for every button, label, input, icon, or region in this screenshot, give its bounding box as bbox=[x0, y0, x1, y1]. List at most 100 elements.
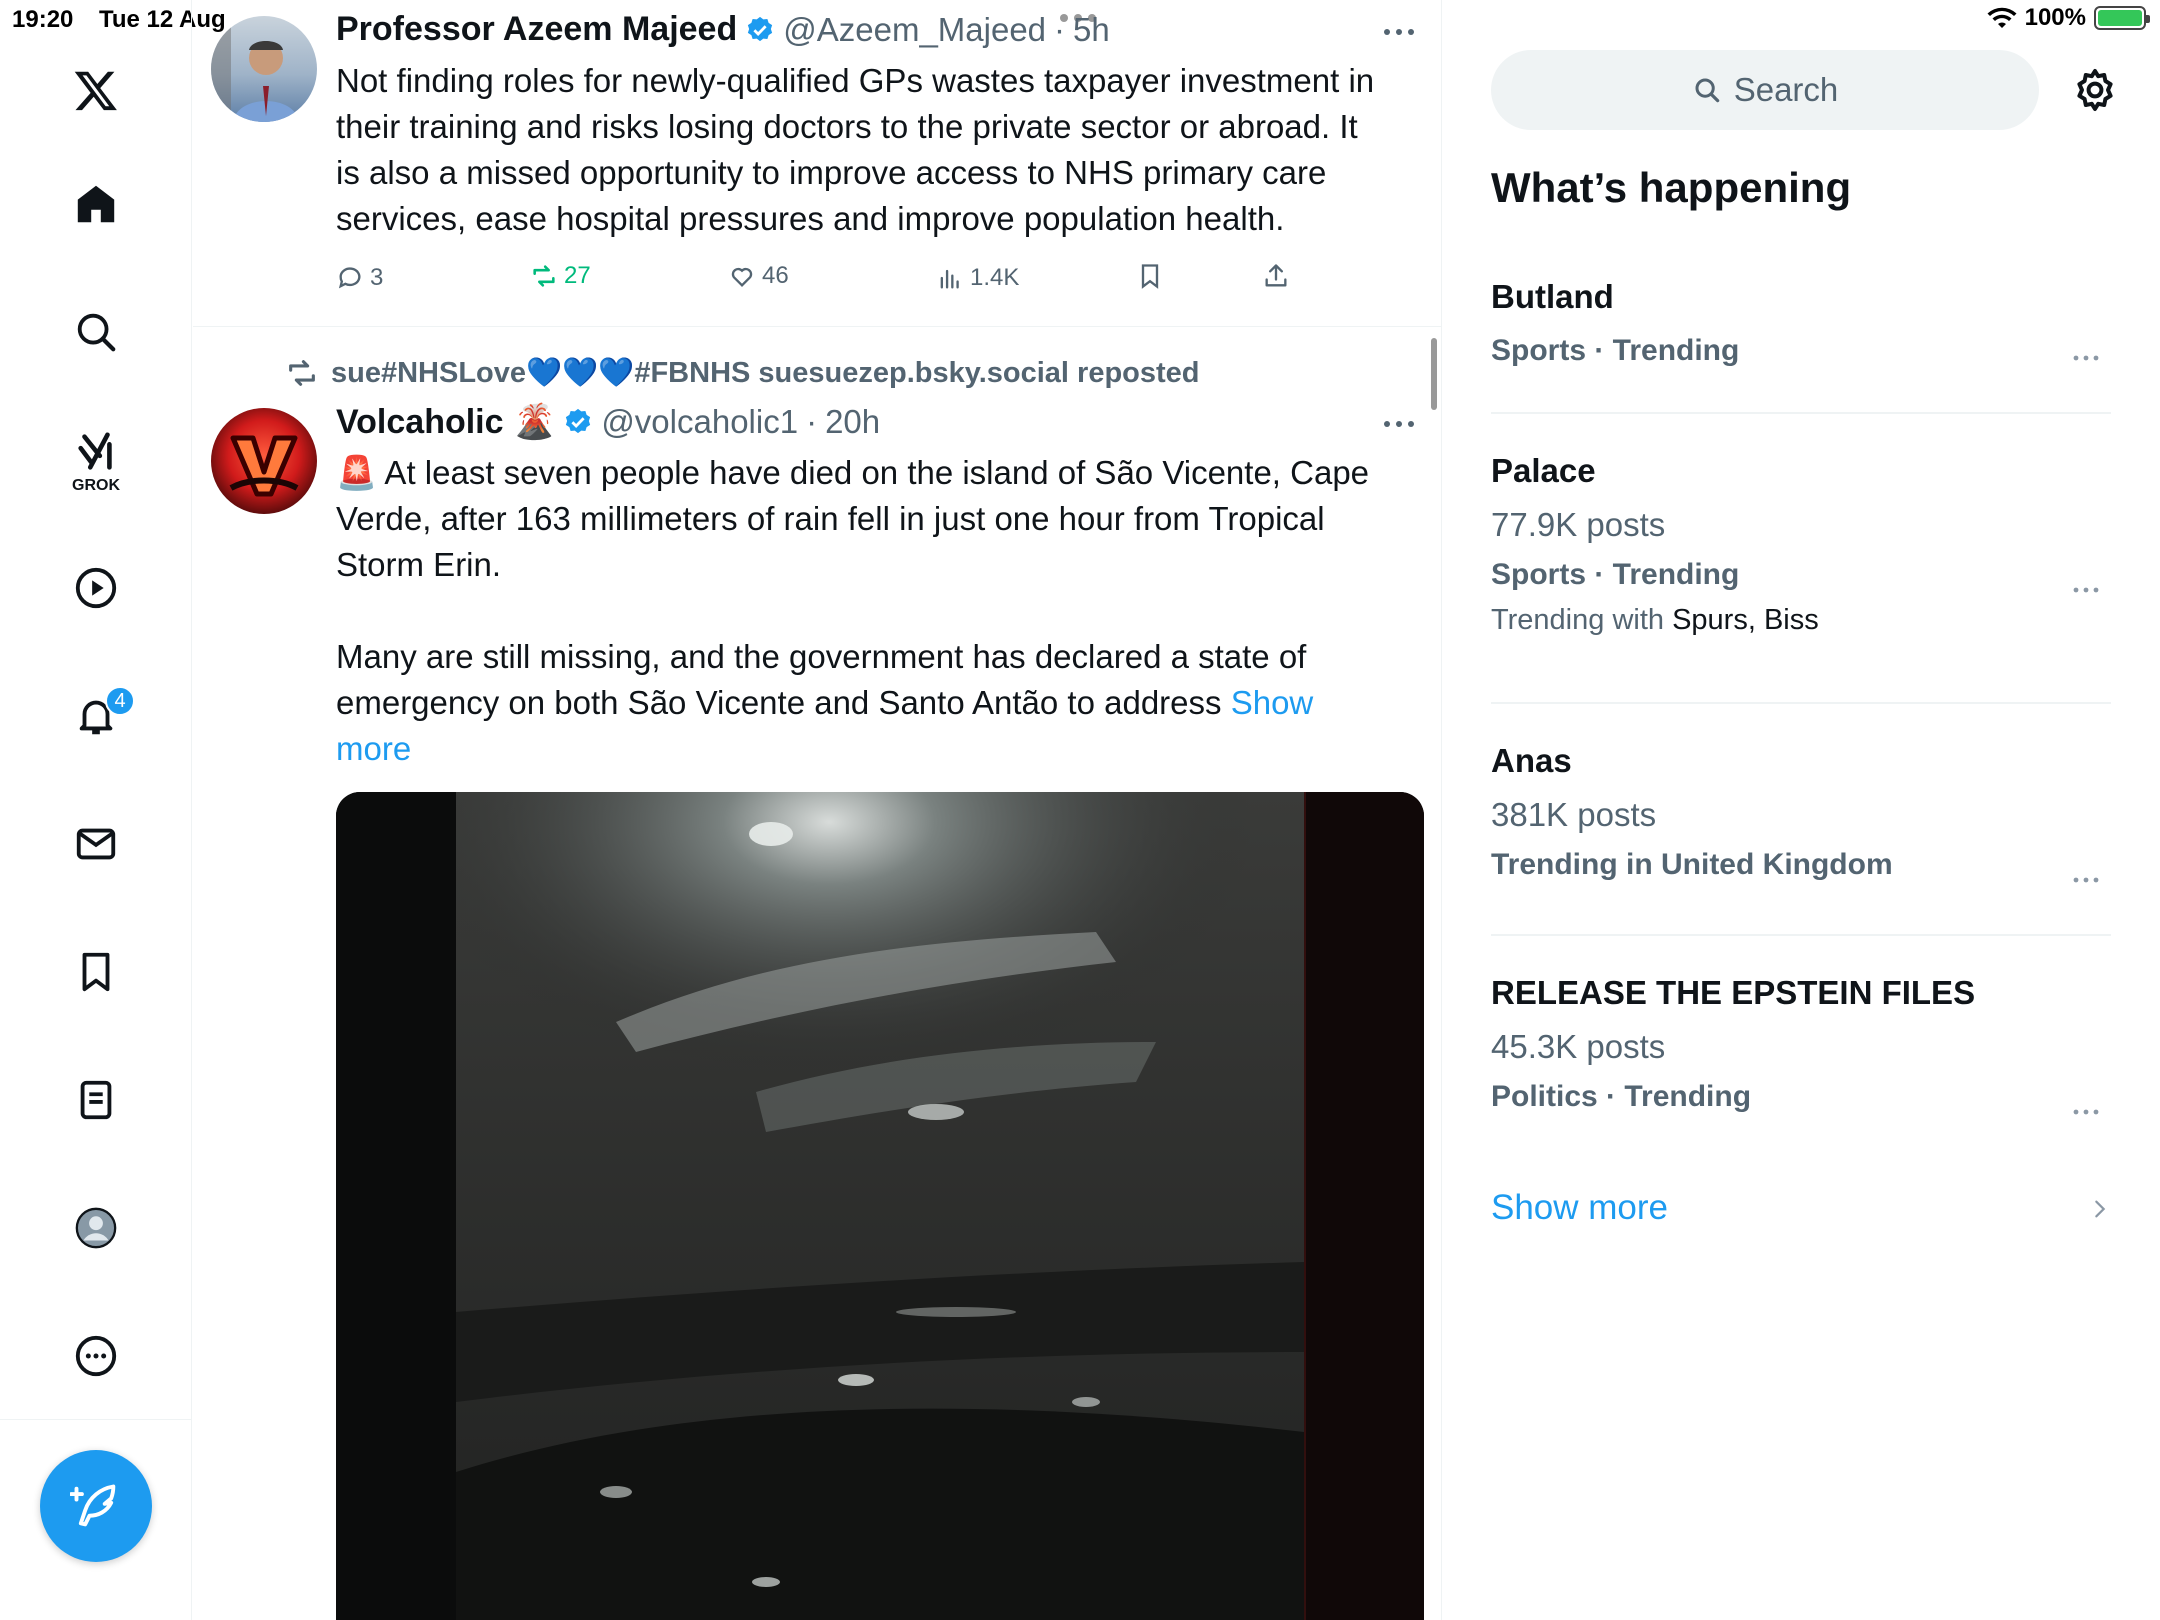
trend-post-count: 381K posts bbox=[1491, 796, 1657, 833]
trending-with-label: Trending with bbox=[1491, 604, 1673, 636]
left-nav: GROK 4 bbox=[0, 0, 192, 1620]
bookmark-icon bbox=[1141, 264, 1159, 289]
post-header: Volcaholic 🌋 @volcaholic1 · 20h bbox=[336, 402, 880, 442]
post-more-icon[interactable] bbox=[1379, 414, 1419, 434]
messages-envelope-icon[interactable] bbox=[56, 804, 136, 884]
post-header: Professor Azeem Majeed @Azeem_Majeed · 5… bbox=[336, 10, 1110, 49]
lists-icon[interactable] bbox=[56, 1060, 136, 1140]
whats-happening-title: What’s happening bbox=[1491, 164, 1852, 211]
post-action-bar: 3 27 46 1.4K bbox=[336, 262, 1416, 302]
views-button[interactable]: 1.4K bbox=[936, 264, 1019, 292]
post-body-line: services, ease hospital pressures and im… bbox=[336, 200, 1285, 237]
post-separator: · bbox=[806, 403, 818, 440]
post-body-line: 🚨 At least seven people have died on the… bbox=[336, 454, 1370, 491]
compose-feather-icon bbox=[70, 1484, 116, 1527]
home-icon[interactable] bbox=[56, 164, 136, 244]
share-upload-icon bbox=[1265, 264, 1287, 287]
post-body-text: emergency on both São Vicente and Santo … bbox=[336, 684, 1231, 721]
post-body-line: their training and risks losing doctors … bbox=[336, 108, 1358, 145]
trend-more-icon[interactable] bbox=[2071, 1106, 2101, 1118]
post-body: Not finding roles for newly-qualified GP… bbox=[336, 58, 1396, 242]
trending-with: Trending with Spurs, Biss bbox=[1491, 604, 2111, 637]
post-timestamp[interactable]: 20h bbox=[825, 403, 880, 441]
repost-icon bbox=[533, 265, 555, 287]
post-body: 🚨 At least seven people have died on the… bbox=[336, 450, 1396, 772]
repost-button[interactable]: 27 bbox=[530, 262, 591, 290]
bookmark-button[interactable] bbox=[1136, 262, 1164, 290]
right-sidebar: Search What’s happening Butland Sports ·… bbox=[1443, 0, 2160, 1620]
trend-item[interactable]: RELEASE THE EPSTEIN FILES 45.3K posts Po… bbox=[1491, 974, 2111, 1115]
repost-count: 27 bbox=[564, 262, 591, 289]
trend-divider bbox=[1491, 934, 2111, 936]
trend-item[interactable]: Palace 77.9K posts Sports · Trending Tre… bbox=[1491, 452, 2111, 637]
trend-divider bbox=[1491, 412, 2111, 414]
more-options-icon[interactable] bbox=[56, 1316, 136, 1396]
trend-more-icon[interactable] bbox=[2071, 874, 2101, 886]
post-author-avatar[interactable] bbox=[211, 16, 317, 122]
trend-post-count: 45.3K posts bbox=[1491, 1028, 1666, 1065]
trend-more-icon[interactable] bbox=[2071, 352, 2101, 364]
post-author-avatar[interactable] bbox=[211, 408, 317, 514]
view-count: 1.4K bbox=[970, 264, 1020, 291]
x-logo-icon[interactable] bbox=[56, 50, 136, 130]
post-video[interactable] bbox=[336, 792, 1424, 1620]
reply-button[interactable]: 3 bbox=[336, 264, 383, 292]
grok-label: GROK bbox=[72, 477, 120, 494]
trend-post-count: 77.9K posts bbox=[1491, 506, 1666, 543]
timeline-feed[interactable]: Professor Azeem Majeed @Azeem_Majeed · 5… bbox=[193, 0, 1442, 1620]
show-more-trends-link[interactable]: Show more bbox=[1491, 1188, 1668, 1228]
trend-category: Trending in United Kingdom bbox=[1491, 848, 1893, 881]
heart-icon bbox=[731, 267, 753, 287]
repost-icon bbox=[289, 360, 315, 386]
views-chart-icon bbox=[940, 269, 959, 289]
trend-item[interactable]: Anas 381K posts Trending in United Kingd… bbox=[1491, 742, 2111, 883]
post-body-line: Many are still missing, and the governme… bbox=[336, 638, 1307, 675]
post-author-name[interactable]: Professor Azeem Majeed bbox=[336, 10, 737, 49]
show-more-link[interactable]: more bbox=[336, 726, 1396, 772]
trending-with-names: Spurs, Biss bbox=[1672, 604, 1819, 636]
share-button[interactable] bbox=[1262, 262, 1290, 290]
search-placeholder: Search bbox=[1733, 71, 1839, 108]
verified-badge-icon bbox=[566, 408, 591, 434]
post-timestamp[interactable]: 5h bbox=[1073, 11, 1110, 49]
post-author-handle[interactable]: @Azeem_Majeed bbox=[783, 11, 1046, 49]
compose-post-button[interactable] bbox=[40, 1450, 152, 1562]
post-author-handle[interactable]: @volcaholic1 bbox=[601, 403, 798, 441]
post-body-line: is also a missed opportunity to improve … bbox=[336, 154, 1327, 191]
notification-badge: 4 bbox=[105, 686, 135, 716]
show-more-link[interactable]: Show bbox=[1231, 684, 1314, 721]
search-icon bbox=[1695, 78, 1719, 103]
feed-scrollbar[interactable] bbox=[1431, 338, 1437, 410]
trend-title: Anas bbox=[1491, 742, 1572, 779]
post-more-icon[interactable] bbox=[1379, 22, 1419, 42]
trend-category: Politics · Trending bbox=[1491, 1080, 1752, 1113]
trend-title: Palace bbox=[1491, 452, 1596, 489]
trend-title: RELEASE THE EPSTEIN FILES bbox=[1491, 974, 1976, 1011]
reply-count: 3 bbox=[370, 264, 384, 291]
search-input[interactable]: Search bbox=[1491, 50, 2039, 130]
trend-title: Butland bbox=[1491, 278, 1614, 315]
post-body-line: Not finding roles for newly-qualified GP… bbox=[336, 62, 1375, 99]
nav-divider bbox=[0, 1419, 192, 1420]
explore-search-icon[interactable] bbox=[56, 292, 136, 372]
repost-context[interactable]: sue#NHSLove💙💙💙#FBNHS suesuezep.bsky.soci… bbox=[285, 356, 1200, 390]
post-author-name[interactable]: Volcaholic 🌋 bbox=[336, 402, 555, 442]
post-body-line: emergency on both São Vicente and Santo … bbox=[336, 680, 1396, 726]
bookmarks-icon[interactable] bbox=[56, 932, 136, 1012]
video-play-icon[interactable] bbox=[56, 548, 136, 628]
post-separator: · bbox=[1054, 10, 1066, 48]
profile-avatar-icon[interactable] bbox=[56, 1188, 136, 1268]
verified-badge-icon bbox=[748, 16, 773, 41]
like-count: 46 bbox=[762, 262, 789, 289]
trend-item[interactable]: Butland Sports · Trending bbox=[1491, 278, 2111, 368]
trend-divider bbox=[1491, 702, 2111, 704]
post-divider bbox=[193, 326, 1441, 327]
reposted-by-text: sue#NHSLove💙💙💙#FBNHS suesuezep.bsky.soci… bbox=[331, 357, 1200, 389]
post-body-line: Storm Erin. bbox=[336, 546, 502, 583]
chevron-right-icon[interactable] bbox=[2089, 1198, 2111, 1220]
trend-category: Sports · Trending bbox=[1491, 334, 1740, 367]
like-button[interactable]: 46 bbox=[728, 262, 789, 290]
trend-more-icon[interactable] bbox=[2071, 584, 2101, 596]
settings-gear-icon[interactable] bbox=[2071, 66, 2119, 114]
